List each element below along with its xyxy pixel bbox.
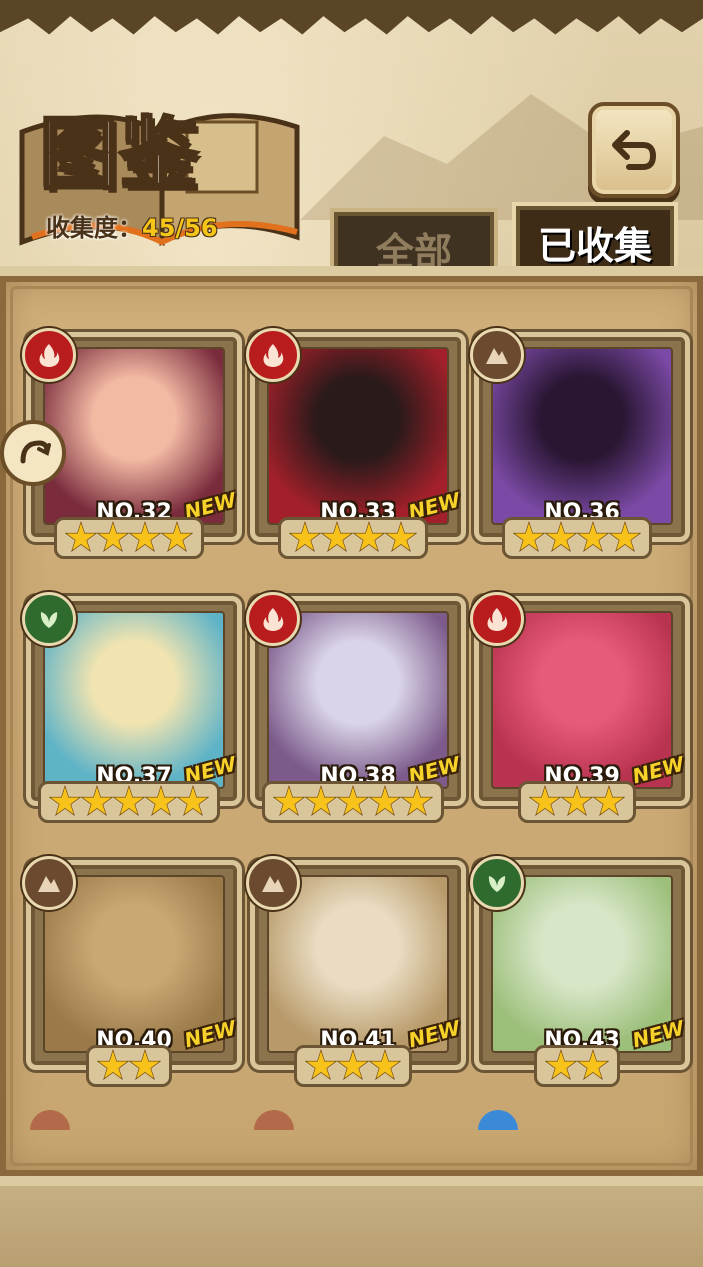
star-icon [304, 1049, 338, 1082]
fire-icon [22, 328, 76, 382]
earth-icon [470, 328, 524, 382]
star-rating [474, 781, 680, 823]
star-rating [250, 781, 456, 823]
fire-icon [246, 328, 300, 382]
star-icon [272, 785, 306, 818]
star-rating [474, 517, 680, 559]
character-card[interactable]: NO.41 NEW [246, 856, 466, 1090]
star-icon [608, 521, 642, 554]
character-card[interactable]: NO.43 NEW [470, 856, 690, 1090]
star-icon [128, 1049, 162, 1082]
star-rating [250, 517, 456, 559]
star-icon [512, 521, 546, 554]
collection-value: 45/56 [142, 214, 218, 242]
fire-icon [470, 592, 524, 646]
star-icon [80, 785, 114, 818]
star-icon [336, 1049, 370, 1082]
star-icon [528, 785, 562, 818]
collection-progress: 收集度：45/56 [46, 208, 218, 243]
collection-label: 收集度： [46, 214, 142, 242]
star-rating [26, 1045, 232, 1087]
star-icon [592, 785, 626, 818]
page-title: 图鉴 [38, 109, 201, 202]
star-icon [544, 1049, 578, 1082]
curved-arrow-icon [20, 440, 51, 464]
star-icon [304, 785, 338, 818]
star-rating [474, 1045, 680, 1087]
star-icon [560, 785, 594, 818]
star-rating [250, 1045, 456, 1087]
star-icon [176, 785, 210, 818]
star-icon [288, 521, 322, 554]
tab-collected-label: 已收集 [537, 223, 652, 268]
back-button[interactable] [588, 102, 680, 198]
character-portrait [491, 347, 673, 525]
leaf-icon [22, 592, 76, 646]
star-icon [96, 1049, 130, 1082]
star-icon [48, 785, 82, 818]
star-icon [96, 521, 130, 554]
star-icon [368, 1049, 402, 1082]
star-rating [26, 517, 232, 559]
star-icon [576, 521, 610, 554]
character-card[interactable]: NO.36 [470, 328, 690, 562]
star-icon [112, 785, 146, 818]
character-card[interactable]: NO.39 NEW [470, 592, 690, 826]
star-icon [576, 1049, 610, 1082]
star-icon [384, 521, 418, 554]
star-icon [336, 785, 370, 818]
fire-icon [246, 592, 300, 646]
star-rating [26, 781, 232, 823]
scroll-left-button[interactable] [0, 420, 66, 486]
star-icon [144, 785, 178, 818]
leaf-icon [470, 856, 524, 910]
star-icon [160, 521, 194, 554]
return-icon [612, 130, 657, 170]
character-card[interactable]: NO.37 NEW [22, 592, 242, 826]
earth-icon [246, 856, 300, 910]
star-icon [64, 521, 98, 554]
star-icon [400, 785, 434, 818]
star-icon [368, 785, 402, 818]
character-card[interactable]: NO.33 NEW [246, 328, 466, 562]
star-icon [352, 521, 386, 554]
star-icon [544, 521, 578, 554]
earth-icon [22, 856, 76, 910]
star-icon [128, 521, 162, 554]
character-card[interactable]: NO.40 NEW [22, 856, 242, 1090]
star-icon [320, 521, 354, 554]
character-card[interactable]: NO.38 NEW [246, 592, 466, 826]
